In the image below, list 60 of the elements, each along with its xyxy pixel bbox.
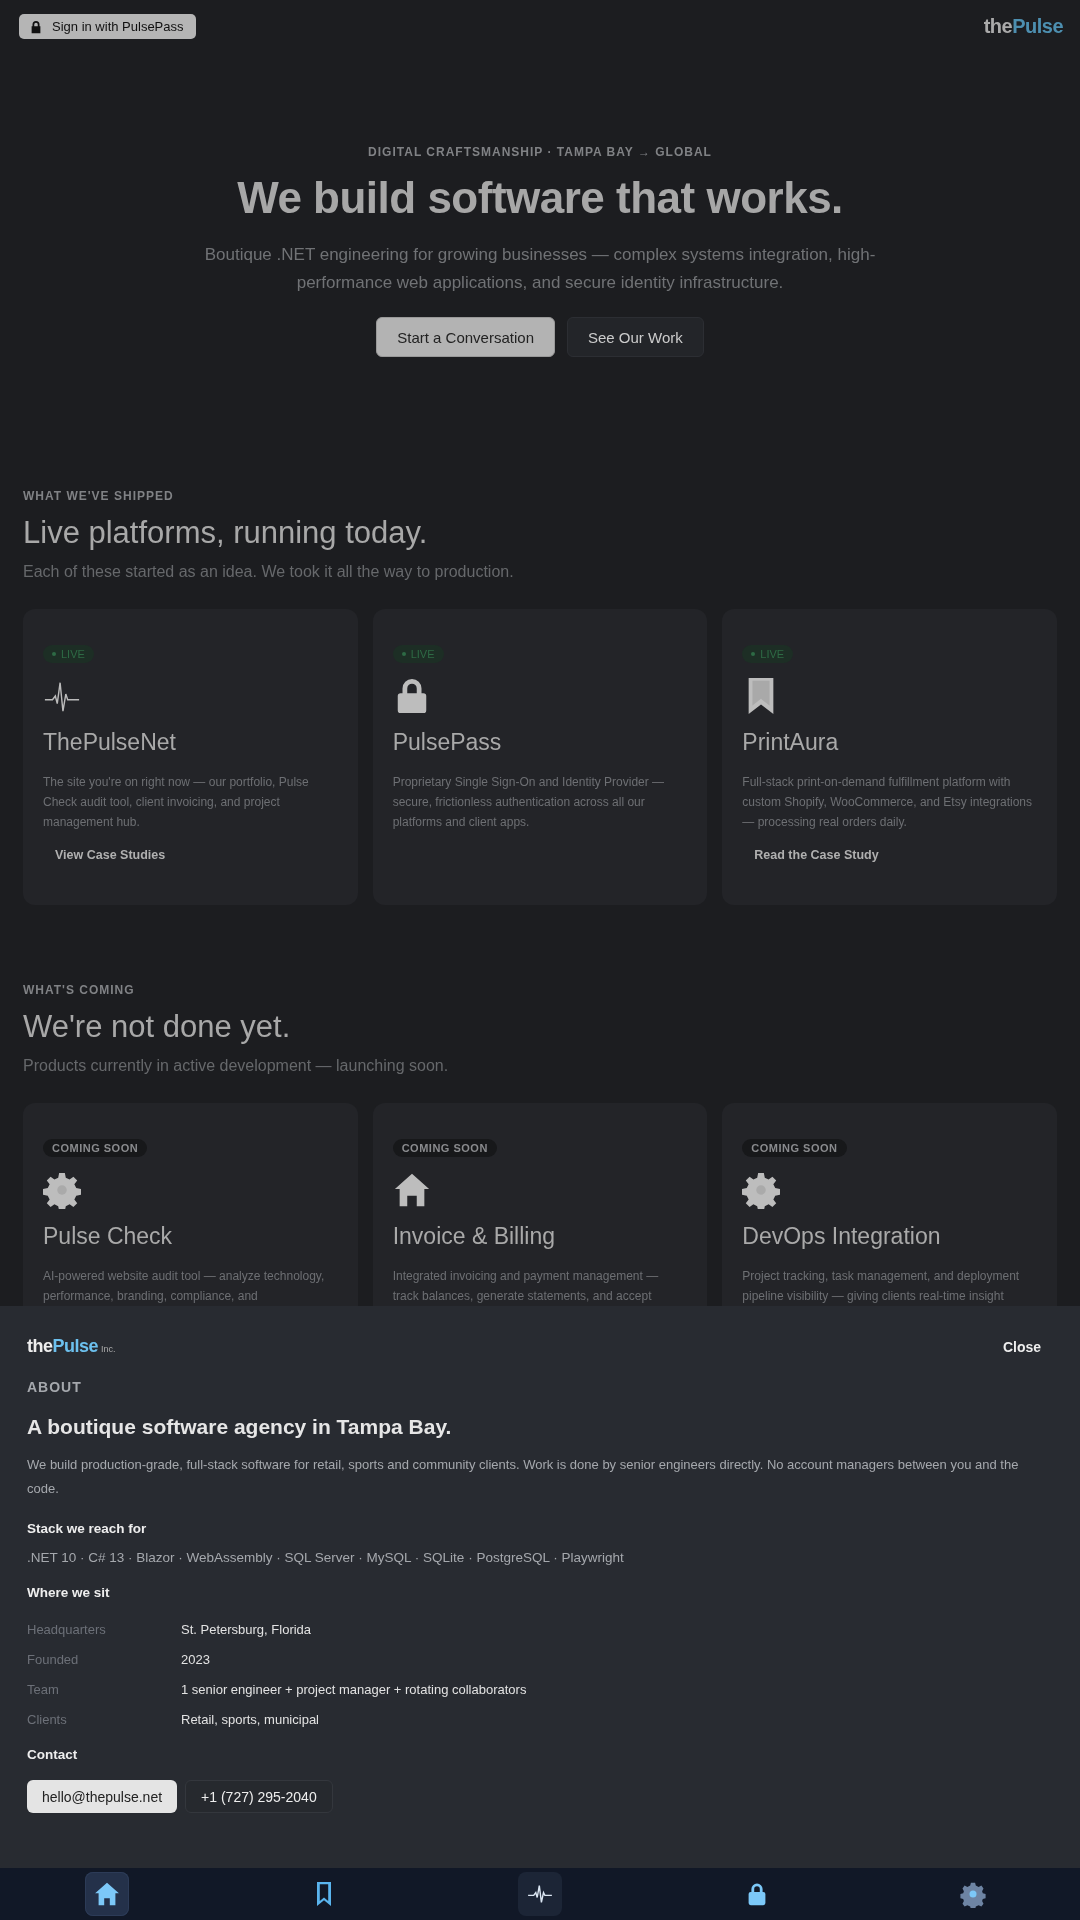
status-badge: LIVE <box>43 645 94 663</box>
card-description: The site you're on right now — our portfolio, Pulse Check audit tool, client invoicing, and project management hub. <box>43 774 310 831</box>
card-description: Integrated invoicing and payment management — track balances, generate statements, and accept <box>392 1268 660 1305</box>
gear-icon <box>742 1171 781 1209</box>
card-link[interactable]: View Case Studies <box>55 848 166 862</box>
contact-heading: Contact <box>27 1747 79 1762</box>
card-description: Proprietary Single Sign-On and Identity Provider — secure, frictionless authentication across all our platforms and client apps. <box>392 774 666 831</box>
gear-icon <box>43 1171 81 1209</box>
fact-label: Team <box>27 1682 60 1697</box>
card-title: Invoice & Billing <box>392 1223 555 1250</box>
status-badge: COMING SOON <box>742 1139 847 1157</box>
home-icon <box>93 1880 121 1908</box>
section-eyebrow: WHAT WE'VE SHIPPED <box>23 489 175 503</box>
logo: thePulse Inc. <box>27 1336 116 1357</box>
hero-subtitle: Boutique .NET engineering for growing businesses — complex systems integration, high-performance web applications, and secure identity infrastructure. <box>203 244 877 294</box>
stack-list: .NET 10 · C# 13 · Blazor · WebAssembly · SQL Server · MySQL · SQLite · PostgreSQL · Playwright <box>27 1550 1053 1565</box>
section-eyebrow: WHAT'S COMING <box>23 983 136 997</box>
card-link[interactable]: Read the Case Study <box>754 848 879 862</box>
status-badge: LIVE <box>392 645 444 663</box>
secondary-button[interactable]: See Our Work <box>567 317 704 357</box>
sign-in-button[interactable]: Sign in with PulsePass <box>19 14 196 39</box>
status-badge: LIVE <box>742 645 794 663</box>
primary-button[interactable]: Start a Conversation <box>376 317 555 357</box>
fact-value: 1 senior engineer + project manager + rotating collaborators <box>181 1682 528 1697</box>
section-subtitle: Products currently in active development — launching soon. <box>23 1057 450 1075</box>
close-button[interactable]: Close <box>996 1337 1047 1356</box>
stack-heading: Stack we reach for <box>27 1521 148 1536</box>
hero-eyebrow: DIGITAL CRAFTSMANSHIP · TAMPA BAY → GLOBAL <box>368 145 712 159</box>
card-title: ThePulseNet <box>43 729 176 756</box>
fact-label: Founded <box>27 1652 80 1667</box>
fact-label: Clients <box>27 1712 68 1727</box>
nav-tab[interactable] <box>518 1872 562 1916</box>
fact-label: Headquarters <box>27 1622 107 1637</box>
location-heading: Where we sit <box>27 1585 111 1600</box>
card-description: Full-stack print-on-demand fulfillment platform with custom Shopify, WooCommerce, and Etsy integrations — processing real orders daily. <box>742 774 1033 831</box>
house-icon <box>392 1171 431 1209</box>
card-description: AI-powered website audit tool — analyze technology, performance, branding, compliance, and <box>43 1268 326 1305</box>
phone-button[interactable]: +1 (727) 295-2040 <box>185 1780 333 1813</box>
card-title: PulsePass <box>392 729 502 756</box>
section-title: Live platforms, running today. <box>23 515 429 551</box>
status-badge: COMING SOON <box>392 1139 497 1157</box>
card-description: Project tracking, task management, and deployment pipeline visibility — giving clients real-time insight <box>742 1268 1021 1305</box>
email-button[interactable]: hello@thepulse.net <box>27 1780 178 1813</box>
nav-tab[interactable] <box>85 1872 129 1916</box>
section-title: We're not done yet. <box>23 1009 292 1045</box>
about-paragraph: We build production-grade, full-stack software for retail, sports and community clients. Work is done by senior engineers directly. No account managers between you and the code. <box>27 1456 1020 1498</box>
card-title: PrintAura <box>742 729 839 756</box>
about-eyebrow: ABOUT <box>27 1379 83 1395</box>
lock-icon <box>29 19 43 34</box>
card-title: Pulse Check <box>43 1223 173 1250</box>
card-title: DevOps Integration <box>742 1223 941 1250</box>
logo[interactable]: thePulse <box>983 15 1063 38</box>
fact-value: 2023 <box>181 1652 211 1667</box>
section-subtitle: Each of these started as an idea. We took it all the way to production. <box>23 563 515 581</box>
settings-icon <box>959 1880 987 1908</box>
fact-value: St. Petersburg, Florida <box>181 1622 313 1637</box>
fact-value: Retail, sports, municipal <box>181 1712 320 1727</box>
hero-title: We build software that works. <box>237 173 843 223</box>
status-badge: COMING SOON <box>43 1139 148 1157</box>
about-title: A boutique software agency in Tampa Bay. <box>27 1415 453 1439</box>
